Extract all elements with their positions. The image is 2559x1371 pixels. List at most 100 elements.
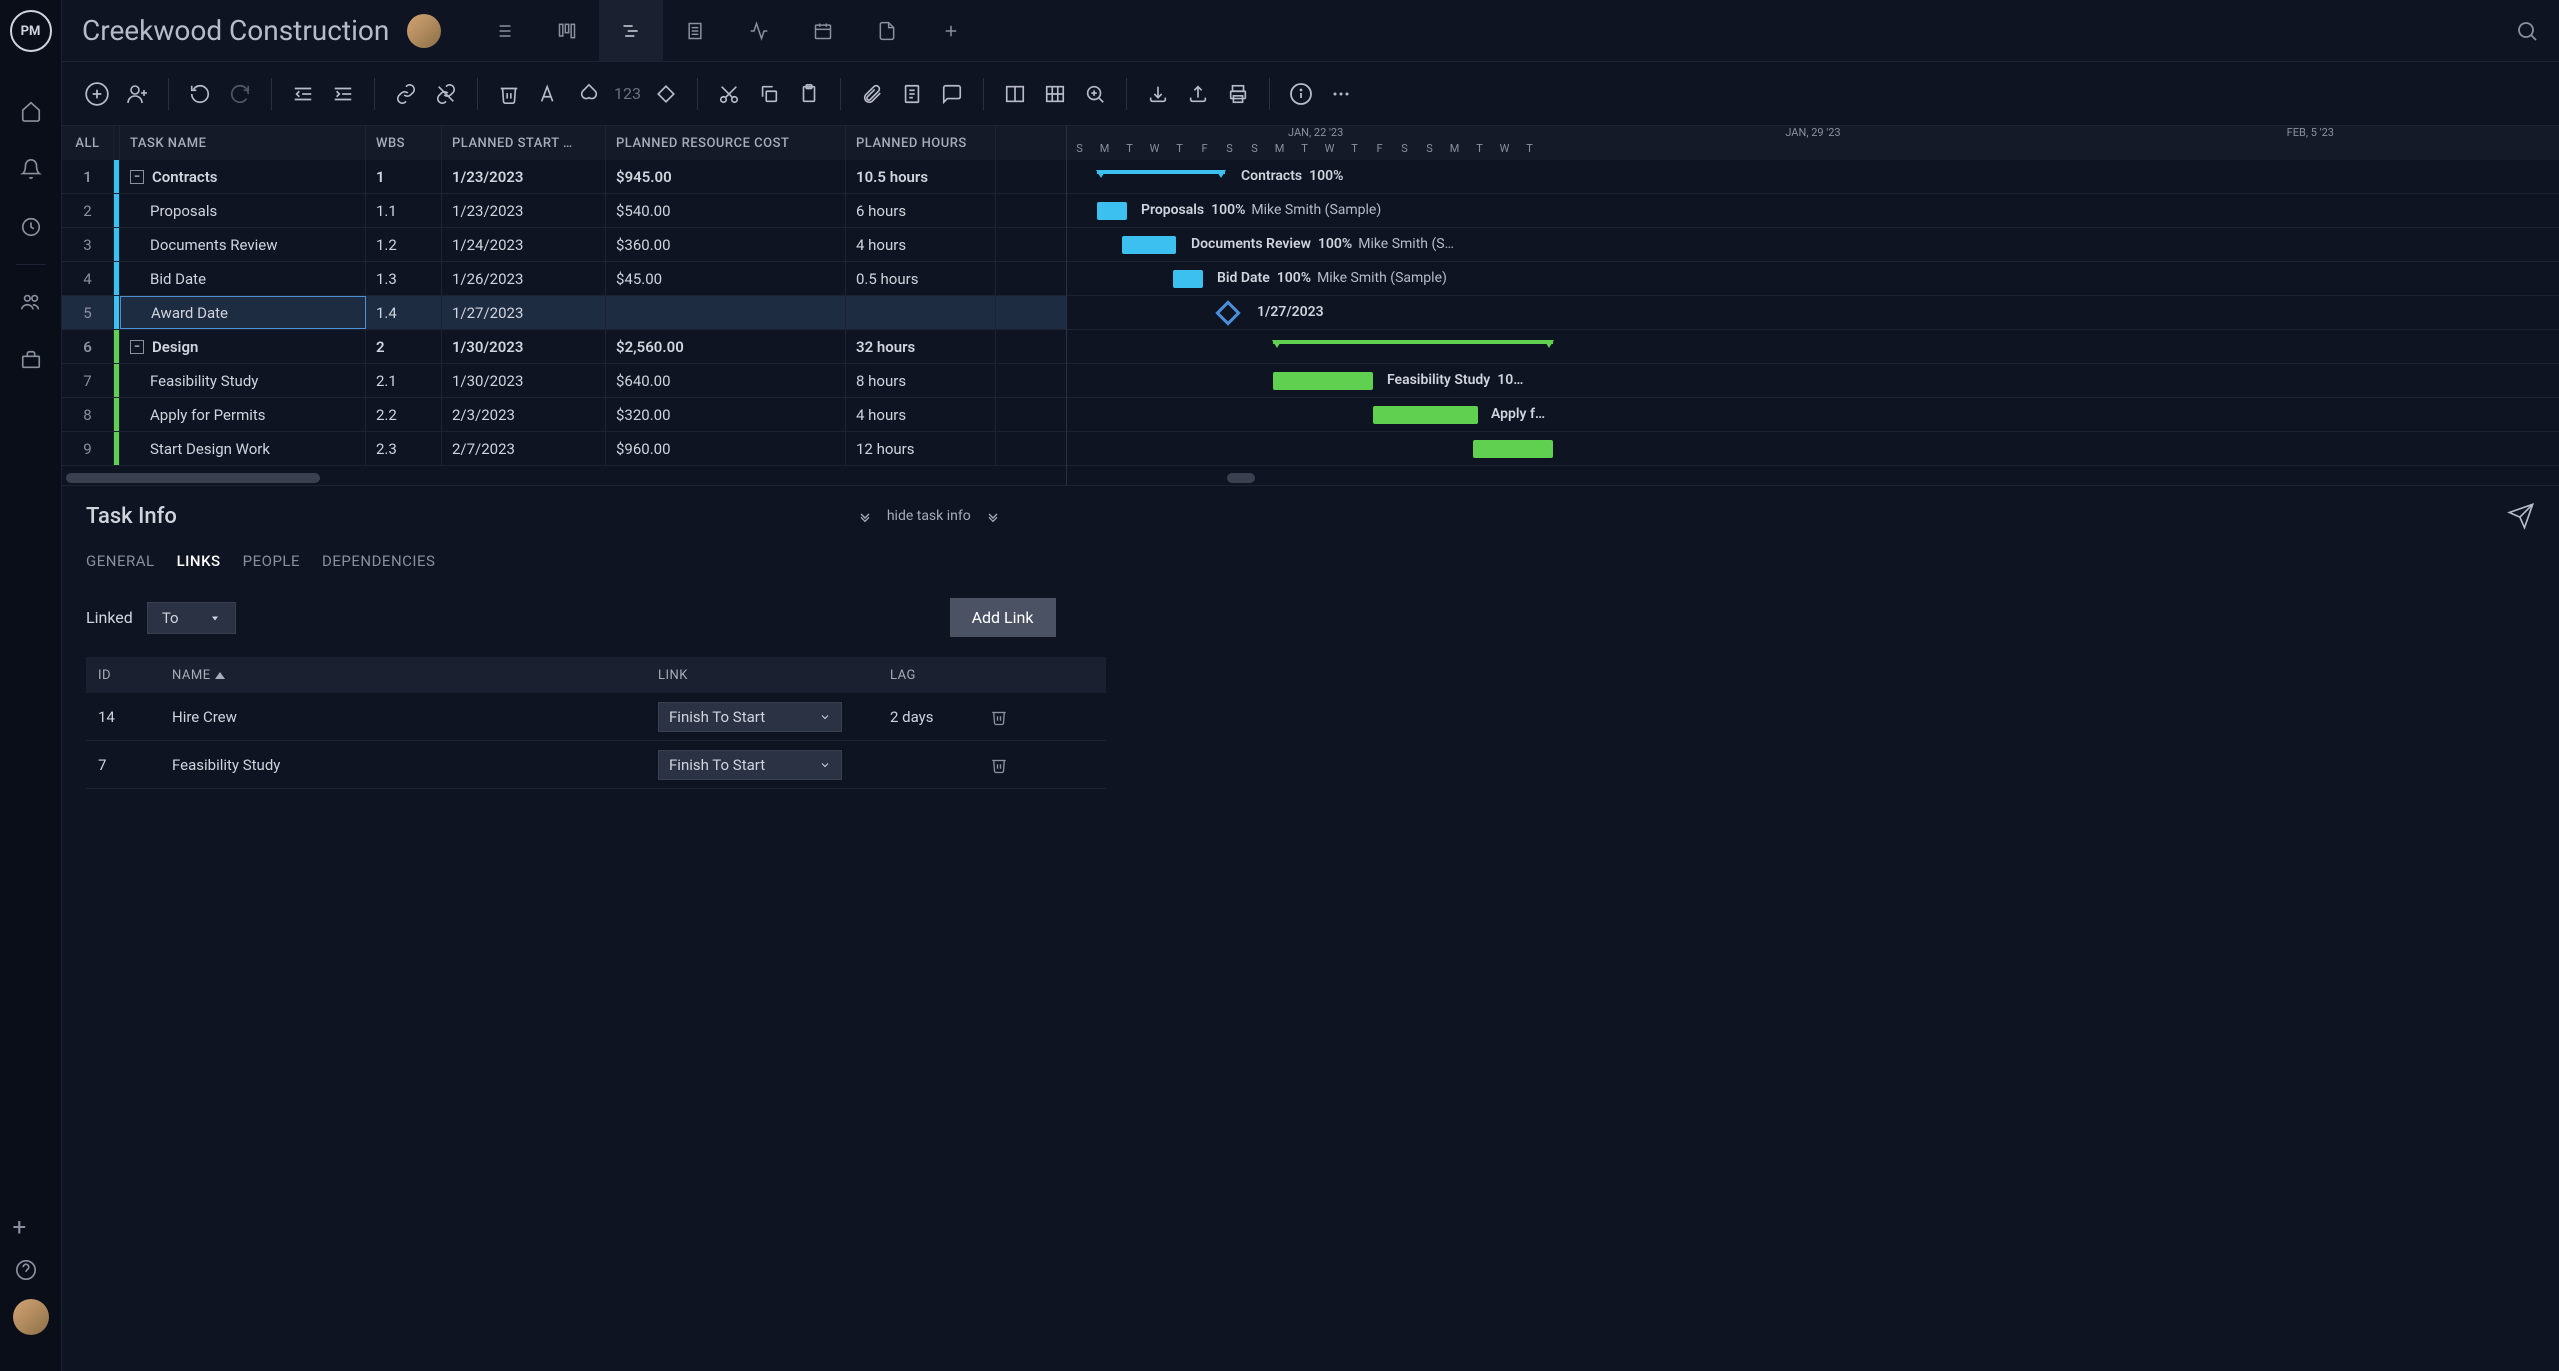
start-cell[interactable]: 2/3/2023 xyxy=(442,398,606,431)
table-row[interactable]: 8Apply for Permits2.22/3/2023$320.004 ho… xyxy=(62,398,1066,432)
color-icon[interactable] xyxy=(574,79,604,109)
links-col-link[interactable]: LINK xyxy=(646,668,878,683)
wbs-cell[interactable]: 2.2 xyxy=(366,398,442,431)
task-name-cell[interactable]: Proposals xyxy=(120,194,366,227)
delete-link-icon[interactable] xyxy=(990,708,1014,726)
table-row[interactable]: 1−Contracts11/23/2023$945.0010.5 hours xyxy=(62,160,1066,194)
info-icon[interactable] xyxy=(1286,79,1316,109)
zoom-icon[interactable] xyxy=(1080,79,1110,109)
add-task-icon[interactable] xyxy=(82,79,112,109)
tab-general[interactable]: GENERAL xyxy=(86,548,155,574)
start-cell[interactable]: 1/26/2023 xyxy=(442,262,606,295)
col-header-name[interactable]: TASK NAME xyxy=(120,126,366,160)
hide-task-info-button[interactable]: hide task info xyxy=(857,508,1001,524)
wbs-cell[interactable]: 1.2 xyxy=(366,228,442,261)
links-col-lag[interactable]: LAG xyxy=(878,668,978,683)
links-col-id[interactable]: ID xyxy=(86,668,160,683)
view-gantt[interactable] xyxy=(599,0,663,61)
gantt-task-bar[interactable] xyxy=(1173,270,1203,288)
linked-direction-select[interactable]: To xyxy=(147,602,236,634)
grid-horizontal-scrollbar[interactable] xyxy=(62,471,1066,485)
table-row[interactable]: 6−Design21/30/2023$2,560.0032 hours xyxy=(62,330,1066,364)
start-cell[interactable]: 1/30/2023 xyxy=(442,364,606,397)
gantt-task-bar[interactable] xyxy=(1097,202,1127,220)
hours-cell[interactable]: 32 hours xyxy=(846,330,996,363)
more-icon[interactable] xyxy=(1326,79,1356,109)
hours-cell[interactable]: 0.5 hours xyxy=(846,262,996,295)
task-name-cell[interactable]: Documents Review xyxy=(120,228,366,261)
gantt-task-bar[interactable] xyxy=(1122,236,1176,254)
col-header-all[interactable]: ALL xyxy=(62,126,114,160)
links-col-name[interactable]: NAME xyxy=(160,668,646,683)
link-type-select[interactable]: Finish To Start xyxy=(658,750,842,780)
wbs-cell[interactable]: 1.4 xyxy=(366,296,442,329)
add-icon[interactable]: + xyxy=(13,1213,49,1241)
start-cell[interactable]: 2/7/2023 xyxy=(442,432,606,465)
hours-cell[interactable]: 4 hours xyxy=(846,398,996,431)
view-list[interactable] xyxy=(471,0,535,61)
hours-cell[interactable]: 10.5 hours xyxy=(846,160,996,193)
start-cell[interactable]: 1/23/2023 xyxy=(442,194,606,227)
milestone-icon[interactable] xyxy=(651,79,681,109)
unlink-icon[interactable] xyxy=(431,79,461,109)
redo-icon[interactable] xyxy=(225,79,255,109)
table-row[interactable]: 7Feasibility Study2.11/30/2023$640.008 h… xyxy=(62,364,1066,398)
start-cell[interactable]: 1/27/2023 xyxy=(442,296,606,329)
tab-links[interactable]: LINKS xyxy=(177,548,221,574)
add-person-icon[interactable] xyxy=(122,79,152,109)
col-header-wbs[interactable]: WBS xyxy=(366,126,442,160)
export-icon[interactable] xyxy=(1183,79,1213,109)
view-activity[interactable] xyxy=(727,0,791,61)
cost-cell[interactable]: $960.00 xyxy=(606,432,846,465)
comment-icon[interactable] xyxy=(937,79,967,109)
cut-icon[interactable] xyxy=(714,79,744,109)
outdent-icon[interactable] xyxy=(288,79,318,109)
col-header-start[interactable]: PLANNED START … xyxy=(442,126,606,160)
start-cell[interactable]: 1/24/2023 xyxy=(442,228,606,261)
link-icon[interactable] xyxy=(391,79,421,109)
number-format-label[interactable]: 123 xyxy=(614,84,641,103)
people-icon[interactable] xyxy=(18,289,44,315)
task-name-cell[interactable]: Feasibility Study xyxy=(120,364,366,397)
hours-cell[interactable]: 4 hours xyxy=(846,228,996,261)
cost-cell[interactable]: $45.00 xyxy=(606,262,846,295)
link-lag-cell[interactable]: 2 days xyxy=(878,708,978,726)
table-row[interactable]: 5Award Date1.41/27/2023 xyxy=(62,296,1066,330)
task-name-cell[interactable]: Award Date xyxy=(120,296,366,329)
hours-cell[interactable]: 12 hours xyxy=(846,432,996,465)
task-name-cell[interactable]: −Contracts xyxy=(120,160,366,193)
start-cell[interactable]: 1/23/2023 xyxy=(442,160,606,193)
grid-icon[interactable] xyxy=(1040,79,1070,109)
cost-cell[interactable]: $320.00 xyxy=(606,398,846,431)
delete-icon[interactable] xyxy=(494,79,524,109)
task-name-cell[interactable]: Apply for Permits xyxy=(120,398,366,431)
view-sheet[interactable] xyxy=(663,0,727,61)
gantt-summary-bar[interactable] xyxy=(1273,340,1553,350)
cost-cell[interactable] xyxy=(606,296,846,329)
wbs-cell[interactable]: 2 xyxy=(366,330,442,363)
undo-icon[interactable] xyxy=(185,79,215,109)
hours-cell[interactable]: 6 hours xyxy=(846,194,996,227)
gantt-task-bar[interactable] xyxy=(1273,372,1373,390)
gantt-task-bar[interactable] xyxy=(1473,440,1553,458)
cost-cell[interactable]: $640.00 xyxy=(606,364,846,397)
print-icon[interactable] xyxy=(1223,79,1253,109)
home-icon[interactable] xyxy=(18,98,44,124)
table-row[interactable]: 2Proposals1.11/23/2023$540.006 hours xyxy=(62,194,1066,228)
wbs-cell[interactable]: 2.1 xyxy=(366,364,442,397)
view-board[interactable] xyxy=(535,0,599,61)
task-name-cell[interactable]: Start Design Work xyxy=(120,432,366,465)
gantt-summary-bar[interactable] xyxy=(1097,170,1225,180)
attach-icon[interactable] xyxy=(857,79,887,109)
copy-icon[interactable] xyxy=(754,79,784,109)
hours-cell[interactable]: 8 hours xyxy=(846,364,996,397)
tab-people[interactable]: PEOPLE xyxy=(243,548,300,574)
task-name-cell[interactable]: −Design xyxy=(120,330,366,363)
text-style-icon[interactable] xyxy=(534,79,564,109)
send-icon[interactable] xyxy=(2507,502,2535,530)
note-icon[interactable] xyxy=(897,79,927,109)
wbs-cell[interactable]: 1 xyxy=(366,160,442,193)
app-logo[interactable]: PM xyxy=(10,10,52,52)
gantt-task-bar[interactable] xyxy=(1373,406,1478,424)
table-row[interactable]: 3Documents Review1.21/24/2023$360.004 ho… xyxy=(62,228,1066,262)
